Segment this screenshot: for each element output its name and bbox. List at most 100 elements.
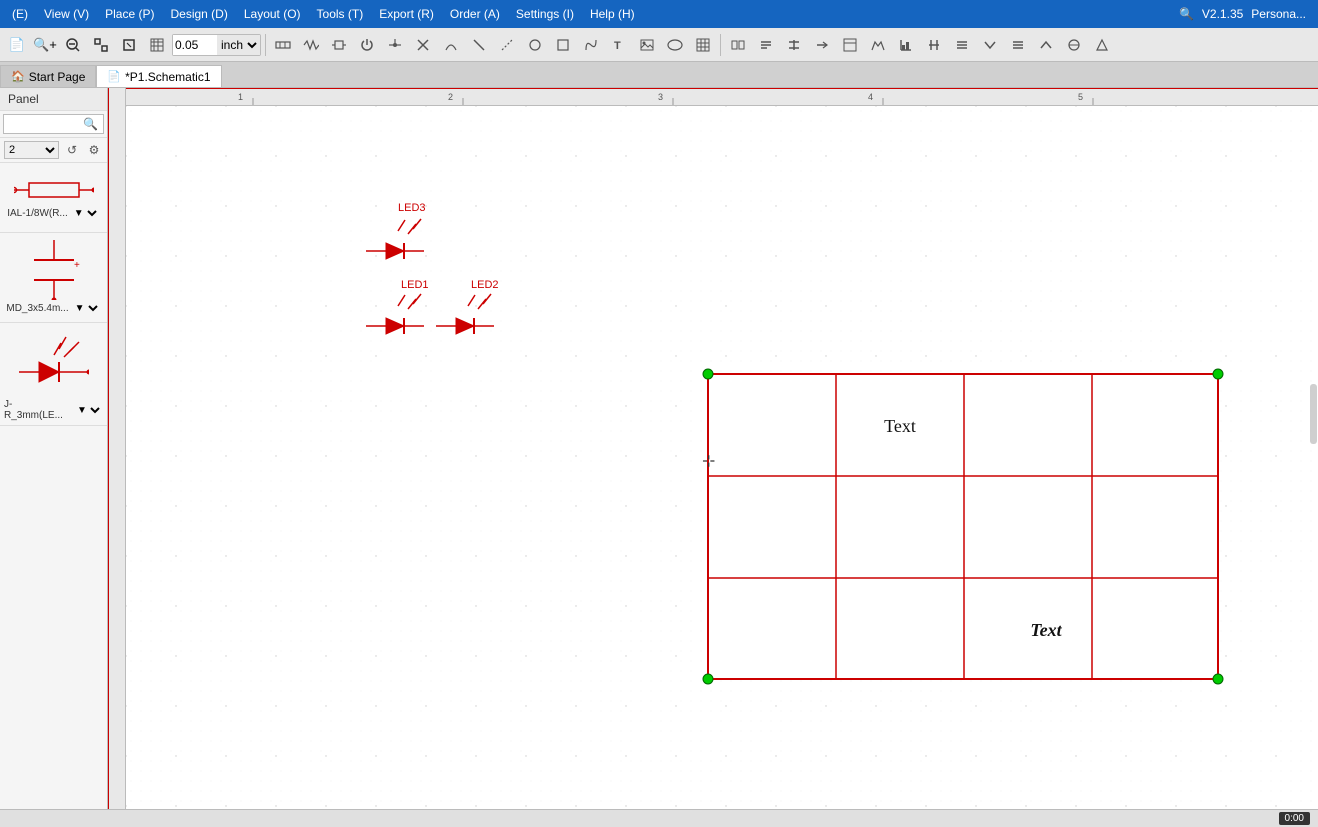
status-time: 0:00 bbox=[1279, 812, 1310, 825]
ruler-v-svg bbox=[108, 88, 126, 827]
app-version: V2.1.35 bbox=[1202, 7, 1243, 21]
tool-g[interactable] bbox=[893, 32, 919, 58]
menu-settings[interactable]: Settings (I) bbox=[508, 5, 582, 23]
tool-k[interactable] bbox=[1005, 32, 1031, 58]
zoom-out-button[interactable] bbox=[60, 32, 86, 58]
svg-text:3: 3 bbox=[658, 92, 663, 102]
menu-tools[interactable]: Tools (T) bbox=[309, 5, 372, 23]
component-capacitor: + MD_3x5.4m... ▼ bbox=[0, 233, 107, 323]
tool-f[interactable] bbox=[865, 32, 891, 58]
tool-n[interactable] bbox=[1089, 32, 1115, 58]
schematic-canvas[interactable]: LED3 LED1 L bbox=[126, 106, 1318, 827]
schematic-icon: 📄 bbox=[107, 70, 121, 83]
new-button[interactable]: 📄 bbox=[4, 32, 30, 58]
menu-help[interactable]: Help (H) bbox=[582, 5, 643, 23]
svg-text:LED2: LED2 bbox=[471, 279, 499, 291]
svg-text:Text: Text bbox=[1030, 620, 1062, 640]
bezier-tool[interactable] bbox=[578, 32, 604, 58]
svg-text:5: 5 bbox=[1078, 92, 1083, 102]
ruler-h-svg: 1 2 3 4 5 bbox=[108, 88, 1318, 106]
waveform-button[interactable] bbox=[298, 32, 324, 58]
tool-j[interactable] bbox=[977, 32, 1003, 58]
panel-search-wrapper: 🔍 bbox=[3, 114, 104, 134]
zoom-in-button[interactable]: 🔍+ bbox=[32, 32, 58, 58]
grid-button[interactable] bbox=[144, 32, 170, 58]
tab-start-label: Start Page bbox=[29, 70, 86, 84]
grid-value-input[interactable] bbox=[173, 35, 217, 55]
component-led: J-R_3mm(LE... ▼ bbox=[0, 323, 107, 426]
table-tool[interactable] bbox=[690, 32, 716, 58]
arc-tool[interactable] bbox=[494, 32, 520, 58]
toolbar-sep-1 bbox=[265, 34, 266, 56]
capacitor-label: MD_3x5.4m... ▼ bbox=[6, 302, 100, 315]
left-panel: Panel 🔍 2 ↺ ⚙ IAL-1/8W bbox=[0, 88, 108, 827]
main-area: Panel 🔍 2 ↺ ⚙ IAL-1/8W bbox=[0, 88, 1318, 827]
ruler-vertical bbox=[108, 88, 126, 827]
circle-tool[interactable] bbox=[522, 32, 548, 58]
tab-start-page[interactable]: 🏠 Start Page bbox=[0, 65, 96, 87]
tool-c[interactable] bbox=[781, 32, 807, 58]
ruler-horizontal: 1 2 3 4 5 bbox=[108, 88, 1318, 106]
tool-h[interactable] bbox=[921, 32, 947, 58]
component-resistor: IAL-1/8W(R... ▼ bbox=[0, 163, 107, 233]
resistor-label: IAL-1/8W(R... ▼ bbox=[7, 207, 100, 220]
rect-tool[interactable] bbox=[550, 32, 576, 58]
resistor-dropdown[interactable]: ▼ bbox=[70, 207, 100, 220]
canvas-area[interactable]: 1 2 3 4 5 bbox=[108, 88, 1318, 827]
panel-settings-btn[interactable]: ⚙ bbox=[85, 141, 103, 159]
app-personalization: Persona... bbox=[1251, 7, 1306, 21]
tool-a[interactable] bbox=[725, 32, 751, 58]
capacitor-symbol: + bbox=[19, 240, 89, 300]
menu-layout[interactable]: Layout (O) bbox=[236, 5, 309, 23]
ellipse-tool[interactable] bbox=[662, 32, 688, 58]
menu-view[interactable]: View (V) bbox=[36, 5, 97, 23]
grid-input-group: inch mm bbox=[172, 34, 261, 56]
menu-bar: (E) View (V) Place (P) Design (D) Layout… bbox=[0, 0, 1318, 28]
panel-title: Panel bbox=[8, 92, 39, 106]
junction-button[interactable] bbox=[382, 32, 408, 58]
svg-text:1: 1 bbox=[238, 92, 243, 102]
add-wire-button[interactable] bbox=[270, 32, 296, 58]
svg-text:⊹: ⊹ bbox=[702, 453, 715, 470]
svg-text:Text: Text bbox=[884, 416, 916, 436]
wire-tool[interactable] bbox=[438, 32, 464, 58]
capacitor-dropdown[interactable]: ▼ bbox=[71, 302, 101, 315]
menu-design[interactable]: Design (D) bbox=[162, 5, 235, 23]
menu-place[interactable]: Place (P) bbox=[97, 5, 162, 23]
menu-order[interactable]: Order (A) bbox=[442, 5, 508, 23]
tool-m[interactable] bbox=[1061, 32, 1087, 58]
panel-zoom-select[interactable]: 2 bbox=[4, 141, 59, 159]
tool-d[interactable] bbox=[809, 32, 835, 58]
menu-edit[interactable]: (E) bbox=[4, 5, 36, 23]
panel-search-icon[interactable]: 🔍 bbox=[83, 117, 98, 131]
led-label: J-R_3mm(LE... ▼ bbox=[4, 399, 103, 421]
line-tool[interactable] bbox=[466, 32, 492, 58]
toolbar: 📄 🔍+ inch mm bbox=[0, 28, 1318, 62]
svg-text:4: 4 bbox=[868, 92, 873, 102]
tab-schematic-label: *P1.Schematic1 bbox=[125, 70, 210, 84]
search-icon[interactable]: 🔍 bbox=[1179, 7, 1194, 21]
fit-view-button[interactable] bbox=[88, 32, 114, 58]
tab-schematic1[interactable]: 📄 *P1.Schematic1 bbox=[96, 65, 221, 87]
menu-export[interactable]: Export (R) bbox=[371, 5, 442, 23]
resistor-symbol bbox=[14, 175, 94, 205]
image-tool[interactable] bbox=[634, 32, 660, 58]
led-dropdown[interactable]: ▼ bbox=[73, 404, 103, 417]
v-scrollbar[interactable] bbox=[1310, 384, 1317, 444]
tool-e[interactable] bbox=[837, 32, 863, 58]
panel-control-row: 2 ↺ ⚙ bbox=[0, 138, 107, 163]
power-button[interactable] bbox=[354, 32, 380, 58]
tab-bar: 🏠 Start Page 📄 *P1.Schematic1 bbox=[0, 62, 1318, 88]
tool-l[interactable] bbox=[1033, 32, 1059, 58]
actual-size-button[interactable] bbox=[116, 32, 142, 58]
svg-text:+: + bbox=[74, 260, 80, 271]
grid-unit-select[interactable]: inch mm bbox=[217, 35, 260, 55]
cross-button[interactable] bbox=[410, 32, 436, 58]
text-tool[interactable]: T bbox=[606, 32, 632, 58]
tool-b[interactable] bbox=[753, 32, 779, 58]
panel-header: Panel bbox=[0, 88, 107, 111]
component-button[interactable] bbox=[326, 32, 352, 58]
panel-refresh-btn[interactable]: ↺ bbox=[63, 141, 81, 159]
tool-i[interactable] bbox=[949, 32, 975, 58]
start-page-icon: 🏠 bbox=[11, 70, 25, 83]
